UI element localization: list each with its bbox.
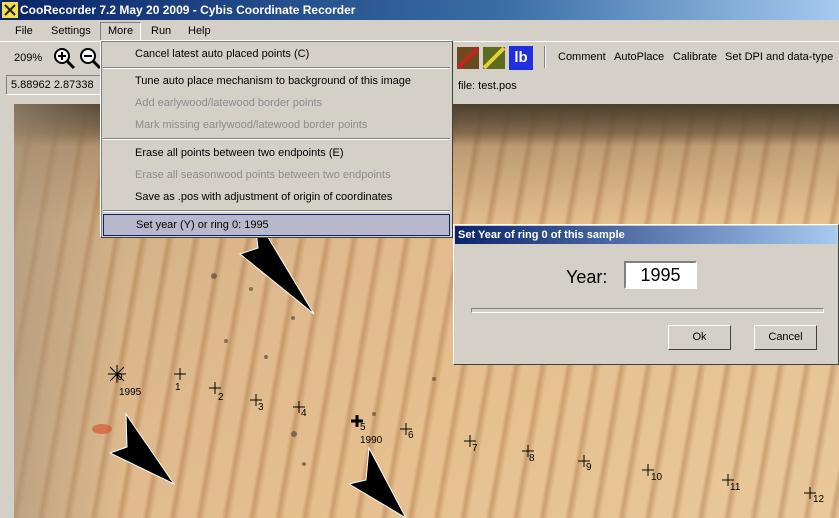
- comment-button[interactable]: Comment: [558, 51, 606, 63]
- menu-item-erase-between-endpoints[interactable]: Erase all points between two endpoints (…: [103, 142, 450, 164]
- ring-label-9: 9: [586, 462, 592, 473]
- set-year-dialog: Set Year of ring 0 of this sample Year: …: [453, 224, 839, 365]
- menu-item-tune-auto-place[interactable]: Tune auto place mechanism to background …: [103, 70, 450, 92]
- arrow-to-1995-icon: [108, 412, 176, 486]
- menu-item-save-pos-adjusted[interactable]: Save as .pos with adjustment of origin o…: [103, 186, 450, 208]
- ring-label-8: 8: [529, 453, 535, 464]
- menu-item-set-year[interactable]: Set year (Y) or ring 0: 1995: [103, 214, 450, 236]
- ring-label-7: 7: [472, 443, 478, 454]
- ring-label-4: 4: [301, 408, 307, 419]
- menu-bar: File Settings More Run Help: [0, 20, 839, 41]
- dialog-title: Set Year of ring 0 of this sample: [455, 226, 837, 244]
- ring-label-5: 5: [360, 422, 366, 433]
- latewood-marker-icon[interactable]: [482, 46, 506, 70]
- wood-sample-icon[interactable]: [456, 46, 480, 70]
- year-label: Year:: [566, 267, 608, 287]
- calibrate-button[interactable]: Calibrate: [673, 51, 717, 63]
- zoom-level: 209%: [14, 52, 43, 64]
- lb-button[interactable]: lb: [509, 46, 533, 70]
- coordinate-readout: 5.88962 2.87338: [6, 75, 102, 95]
- year-input[interactable]: 1995: [624, 261, 697, 289]
- menu-run[interactable]: Run: [144, 22, 178, 41]
- menu-item-add-border-points[interactable]: Add earlywood/latewood border points: [103, 92, 450, 114]
- toolbar-separator: [544, 46, 546, 68]
- ok-button[interactable]: Ok: [668, 325, 731, 350]
- cancel-button[interactable]: Cancel: [754, 325, 817, 350]
- menu-item-cancel-auto-placed[interactable]: Cancel latest auto placed points (C): [103, 43, 450, 65]
- zoom-in-icon[interactable]: [52, 46, 76, 70]
- ring-label-3: 3: [258, 402, 264, 413]
- menu-help[interactable]: Help: [181, 22, 218, 41]
- year-label-1990: 1990: [360, 435, 383, 446]
- ring-label-11: 11: [730, 482, 741, 493]
- ring-label-10: 10: [651, 472, 663, 483]
- ring-label-0: 0: [117, 372, 123, 383]
- menu-separator: [103, 67, 450, 69]
- ring-label-2: 2: [218, 392, 224, 403]
- menu-item-mark-missing-border-points[interactable]: Mark missing earlywood/latewood border p…: [103, 114, 450, 136]
- more-menu-dropdown: Cancel latest auto placed points (C) Tun…: [100, 40, 453, 238]
- set-dpi-button[interactable]: Set DPI and data-type: [725, 51, 833, 63]
- menu-file[interactable]: File: [8, 22, 40, 41]
- zoom-out-icon[interactable]: [78, 46, 102, 70]
- menu-item-erase-seasonwood-points[interactable]: Erase all seasonwood points between two …: [103, 164, 450, 186]
- arrow-to-1990-icon: [347, 446, 407, 518]
- menu-separator: [103, 138, 450, 140]
- ring-label-12: 12: [813, 494, 825, 505]
- ring-label-6: 6: [408, 430, 414, 441]
- window-title: CooRecorder 7.2 May 20 2009 - Cybis Coor…: [20, 3, 356, 17]
- menu-more[interactable]: More: [100, 22, 142, 41]
- file-name-label: file: test.pos: [458, 80, 517, 92]
- app-icon: [2, 2, 18, 18]
- title-bar: CooRecorder 7.2 May 20 2009 - Cybis Coor…: [0, 0, 839, 20]
- year-label-1995: 1995: [119, 387, 142, 398]
- ring-1-marker: [174, 368, 186, 380]
- autoplace-button[interactable]: AutoPlace: [614, 51, 664, 63]
- menu-settings[interactable]: Settings: [44, 22, 98, 41]
- progress-bar: [471, 308, 824, 313]
- menu-separator: [103, 210, 450, 212]
- ring-label-1: 1: [175, 382, 181, 393]
